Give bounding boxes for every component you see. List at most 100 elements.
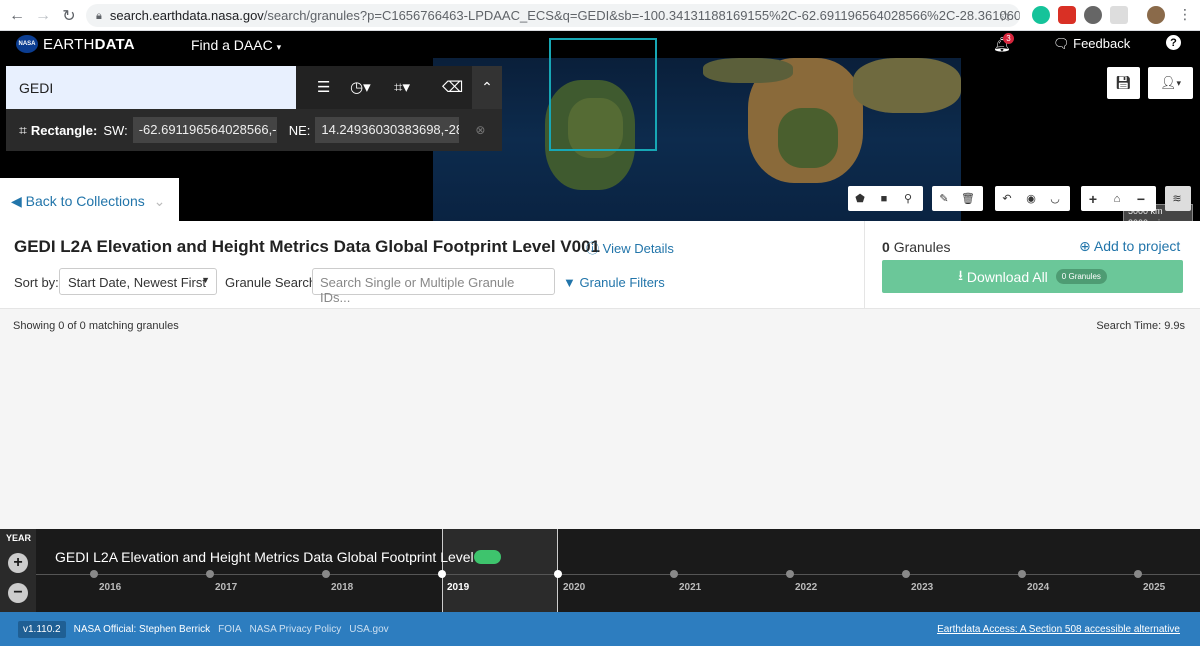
timeline-tick <box>90 570 98 578</box>
granule-filters-label: Granule Filters <box>579 275 665 290</box>
save-project-icon[interactable]: 💾︎ <box>1107 67 1140 99</box>
rotate-icon[interactable]: ↶ <box>995 192 1019 205</box>
timeline-tick <box>902 570 910 578</box>
feedback-link[interactable]: 🗨︎ Feedback <box>1053 36 1130 52</box>
sort-value: Start Date, Newest First <box>68 275 206 290</box>
download-all-button[interactable]: ⭳ Download All 0 Granules <box>882 260 1183 293</box>
forward-arrow-icon[interactable]: → <box>30 3 56 29</box>
version-badge: v1.110.2 <box>18 620 66 638</box>
view-details-link[interactable]: ⓘ View Details <box>586 238 674 257</box>
spatial-crop-icon[interactable]: ⌗▾ <box>394 78 410 96</box>
timeline-visibility-toggle[interactable] <box>474 550 501 564</box>
reload-icon[interactable]: ↻ <box>56 3 82 29</box>
layers-tool: ≋ <box>1165 186 1191 211</box>
usa-gov-link[interactable]: USA.gov <box>349 624 388 635</box>
south-pole-icon[interactable]: ◡ <box>1043 192 1067 205</box>
collection-panel: GEDI L2A Elevation and Height Metrics Da… <box>0 221 1200 309</box>
nasa-official: NASA Official: Stephen Berrick <box>73 623 211 635</box>
zoom-in-icon[interactable]: + <box>1081 191 1105 207</box>
granule-count-value: 0 <box>882 239 890 255</box>
temporal-clock-icon[interactable]: ◷▾ <box>350 78 371 96</box>
clear-eraser-icon[interactable]: ⌫ <box>442 78 463 96</box>
timeline-year-label: 2016 <box>99 582 122 593</box>
timeline-tick <box>206 570 214 578</box>
granule-search-input[interactable]: Search Single or Multiple Granule IDs... <box>312 268 555 305</box>
address-bar[interactable]: 🔒︎ search.earthdata.nasa.gov/search/gran… <box>86 4 1020 27</box>
search-time: Search Time: 9.9s <box>1096 320 1185 332</box>
rectangle-icon[interactable]: ■ <box>872 193 896 205</box>
timeline-tick <box>554 570 562 578</box>
trash-icon[interactable]: 🗑︎ <box>956 192 980 205</box>
timeline-tick <box>322 570 330 578</box>
section-508-link[interactable]: Earthdata Access: A Section 508 accessib… <box>937 624 1180 635</box>
extension-icon[interactable] <box>1110 6 1128 24</box>
polygon-icon[interactable]: ⬟ <box>848 192 872 205</box>
home-icon[interactable]: ⌂ <box>1105 193 1129 205</box>
granule-count: 0 Granules <box>882 239 951 255</box>
timeline-year-label: 2025 <box>1143 582 1166 593</box>
help-icon[interactable]: ? <box>1166 35 1181 50</box>
plus-circle-icon: ⊕ <box>1079 238 1091 254</box>
foia-link[interactable]: FOIA <box>218 624 241 635</box>
caret-down-icon: ▾ <box>1176 77 1182 88</box>
earthdata-logo[interactable]: NASA EARTHDATA <box>16 35 135 53</box>
timeline-zoom-in-button[interactable]: + <box>8 553 28 573</box>
nasa-logo: NASA <box>16 35 38 53</box>
back-to-collections-tab[interactable]: ◀ Back to Collections ⌄ <box>0 178 179 222</box>
notifications-badge: 3 <box>1003 33 1014 44</box>
granule-filters-button[interactable]: ▼ Granule Filters <box>563 275 665 290</box>
view-details-label: View Details <box>602 241 674 256</box>
user-icon: 👤︎ <box>1159 75 1177 90</box>
chevron-down-icon[interactable]: ⌄ <box>154 193 166 209</box>
sort-select[interactable]: Start Date, Newest First ▼ <box>59 268 217 295</box>
collapse-chevron-icon[interactable]: ⌃ <box>472 66 502 109</box>
divider <box>864 221 865 309</box>
grammarly-extension-icon[interactable] <box>1032 6 1050 24</box>
circle-arrow-left-icon: ◀ <box>11 193 22 209</box>
timeline-tick <box>438 570 446 578</box>
edit-icon[interactable]: ✎ <box>932 192 956 205</box>
layers-icon[interactable]: ≋ <box>1165 192 1189 205</box>
timeline-tick <box>1018 570 1026 578</box>
globe-icon[interactable]: ◉ <box>1019 192 1043 205</box>
browser-toolbar: ← → ↻ 🔒︎ search.earthdata.nasa.gov/searc… <box>0 0 1200 31</box>
projection-tools: ↶ ◉ ◡ <box>995 186 1070 211</box>
sw-coordinate-input[interactable]: -62.691196564028566,-1 <box>132 117 277 143</box>
timeline-year-label: 2017 <box>215 582 238 593</box>
profile-avatar[interactable] <box>1147 6 1165 24</box>
ne-coordinate-input[interactable]: 14.24936030383698,-28. <box>315 117 460 143</box>
timeline-year-label: 2024 <box>1027 582 1050 593</box>
advanced-search-icon[interactable]: ☰ <box>317 78 330 96</box>
find-daac-menu[interactable]: Find a DAAC ▾ <box>191 37 281 53</box>
zoom-out-icon[interactable]: − <box>1129 191 1153 207</box>
search-input[interactable]: GEDI <box>6 66 296 109</box>
timeline-year-label: 2019 <box>447 582 470 593</box>
timeline[interactable]: YEAR + − GEDI L2A Elevation and Height M… <box>0 529 1200 612</box>
user-menu-button[interactable]: 👤︎ ▾ <box>1148 67 1193 99</box>
zoom-tools: + ⌂ − <box>1081 186 1156 211</box>
spatial-rectangle[interactable] <box>549 38 657 151</box>
feedback-label: Feedback <box>1073 36 1131 51</box>
bookmark-star-icon[interactable]: ☆ <box>999 7 1012 25</box>
spatial-type-label: Rectangle: <box>30 122 98 138</box>
timeline-unit: YEAR <box>6 533 32 543</box>
privacy-policy-link[interactable]: NASA Privacy Policy <box>250 624 342 635</box>
sw-label: SW: <box>103 122 128 138</box>
timeline-zoom-out-button[interactable]: − <box>8 583 28 603</box>
add-to-project-button[interactable]: ⊕ Add to project <box>1079 238 1180 255</box>
find-daac-label: Find a DAAC <box>191 37 273 53</box>
search-panel: GEDI ☰ ◷▾ ⌗▾ ⌫ ⌃ ⌗ Rectangle: SW: -62.69… <box>6 66 502 151</box>
download-icon: ⭳ <box>958 266 963 283</box>
caret-down-icon: ▾ <box>276 42 282 52</box>
extension-icon[interactable] <box>1084 6 1102 24</box>
remove-spatial-icon[interactable]: ⊗ <box>475 123 485 137</box>
extension-icon[interactable] <box>1058 6 1076 24</box>
point-marker-icon[interactable]: ⚲ <box>896 192 920 205</box>
back-arrow-icon[interactable]: ← <box>4 3 30 29</box>
timeline-selected-range[interactable] <box>442 529 558 612</box>
timeline-year-label: 2021 <box>679 582 702 593</box>
results-count: Showing 0 of 0 matching granules <box>13 320 179 332</box>
browser-menu-icon[interactable]: ⋮ <box>1178 6 1192 23</box>
add-to-project-label: Add to project <box>1093 238 1181 254</box>
footer: v1.110.2 NASA Official: Stephen Berrick … <box>0 612 1200 646</box>
